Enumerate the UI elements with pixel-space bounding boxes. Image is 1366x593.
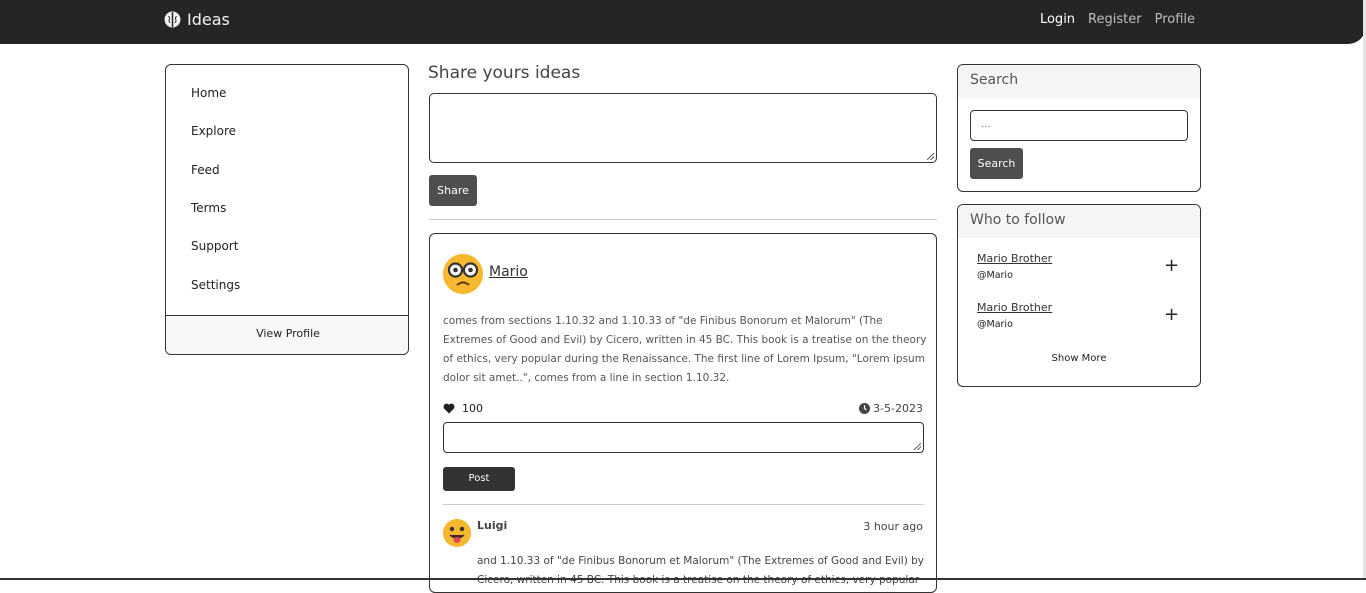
search-button[interactable]: Search	[970, 148, 1023, 179]
follow-name[interactable]: Mario Brother	[977, 252, 1052, 265]
brand-link[interactable]: Ideas	[164, 10, 230, 29]
post-date-text: 3-5-2023	[873, 402, 923, 415]
resize-grip-icon[interactable]	[927, 153, 934, 160]
like-count: 100	[462, 402, 483, 415]
sidebar-item-terms[interactable]: Terms	[191, 201, 226, 215]
resize-grip-icon[interactable]	[914, 443, 921, 450]
nav-login[interactable]: Login	[1040, 12, 1075, 27]
follow-handle: @Mario	[977, 270, 1013, 281]
share-textarea[interactable]	[429, 93, 937, 163]
share-button[interactable]: Share	[429, 175, 477, 206]
post-card: Mario comes from sections 1.10.32 and 1.…	[429, 233, 937, 593]
post-body: comes from sections 1.10.32 and 1.10.33 …	[443, 315, 927, 384]
avatar	[443, 254, 483, 294]
brand-name: Ideas	[187, 10, 230, 29]
nav-register[interactable]: Register	[1088, 12, 1142, 27]
share-title: Share yours ideas	[428, 63, 581, 83]
comment-time: 3 hour ago	[863, 520, 923, 533]
navbar: Ideas Login Register Profile	[0, 0, 1366, 44]
commenter-name[interactable]: Luigi	[477, 519, 507, 532]
sidebar-item-feed[interactable]: Feed	[191, 163, 220, 177]
post-comment-button[interactable]: Post Comment	[443, 467, 515, 508]
nav-links: Login Register Profile	[1040, 12, 1195, 27]
comment-text: and 1.10.33 of "de Finibus Bonorum et Ma…	[477, 555, 925, 586]
like-button[interactable]: 100	[443, 402, 483, 415]
follow-plus-icon[interactable]: +	[1164, 255, 1179, 276]
follow-plus-icon[interactable]: +	[1164, 304, 1179, 325]
search-input[interactable]: ...	[970, 110, 1188, 141]
nav-profile[interactable]: Profile	[1155, 12, 1195, 27]
follow-name[interactable]: Mario Brother	[977, 301, 1052, 314]
search-card: Search ... Search	[957, 64, 1201, 192]
show-more-link[interactable]: Show More	[958, 353, 1200, 364]
comment-divider	[443, 504, 924, 505]
divider	[429, 219, 937, 220]
search-card-title: Search	[958, 65, 1200, 98]
brain-icon	[164, 11, 181, 28]
who-to-follow-title: Who to follow	[958, 205, 1200, 238]
follow-handle: @Mario	[977, 319, 1013, 330]
comment-input[interactable]	[443, 422, 924, 453]
post-date: 3-5-2023	[859, 402, 923, 415]
clock-icon	[859, 403, 871, 414]
view-profile-link[interactable]: View Profile	[166, 315, 408, 354]
who-to-follow-card: Who to follow Mario Brother @Mario + Mar…	[957, 204, 1201, 387]
sidebar-card: Home Explore Feed Terms Support Settings…	[165, 64, 409, 355]
commenter-avatar	[443, 519, 471, 547]
sidebar-item-settings[interactable]: Settings	[191, 278, 240, 292]
post-author[interactable]: Mario	[489, 264, 528, 280]
sidebar-item-support[interactable]: Support	[191, 239, 238, 253]
sidebar-item-home[interactable]: Home	[191, 86, 226, 100]
heart-icon	[443, 403, 455, 414]
sidebar-item-explore[interactable]: Explore	[191, 124, 236, 138]
